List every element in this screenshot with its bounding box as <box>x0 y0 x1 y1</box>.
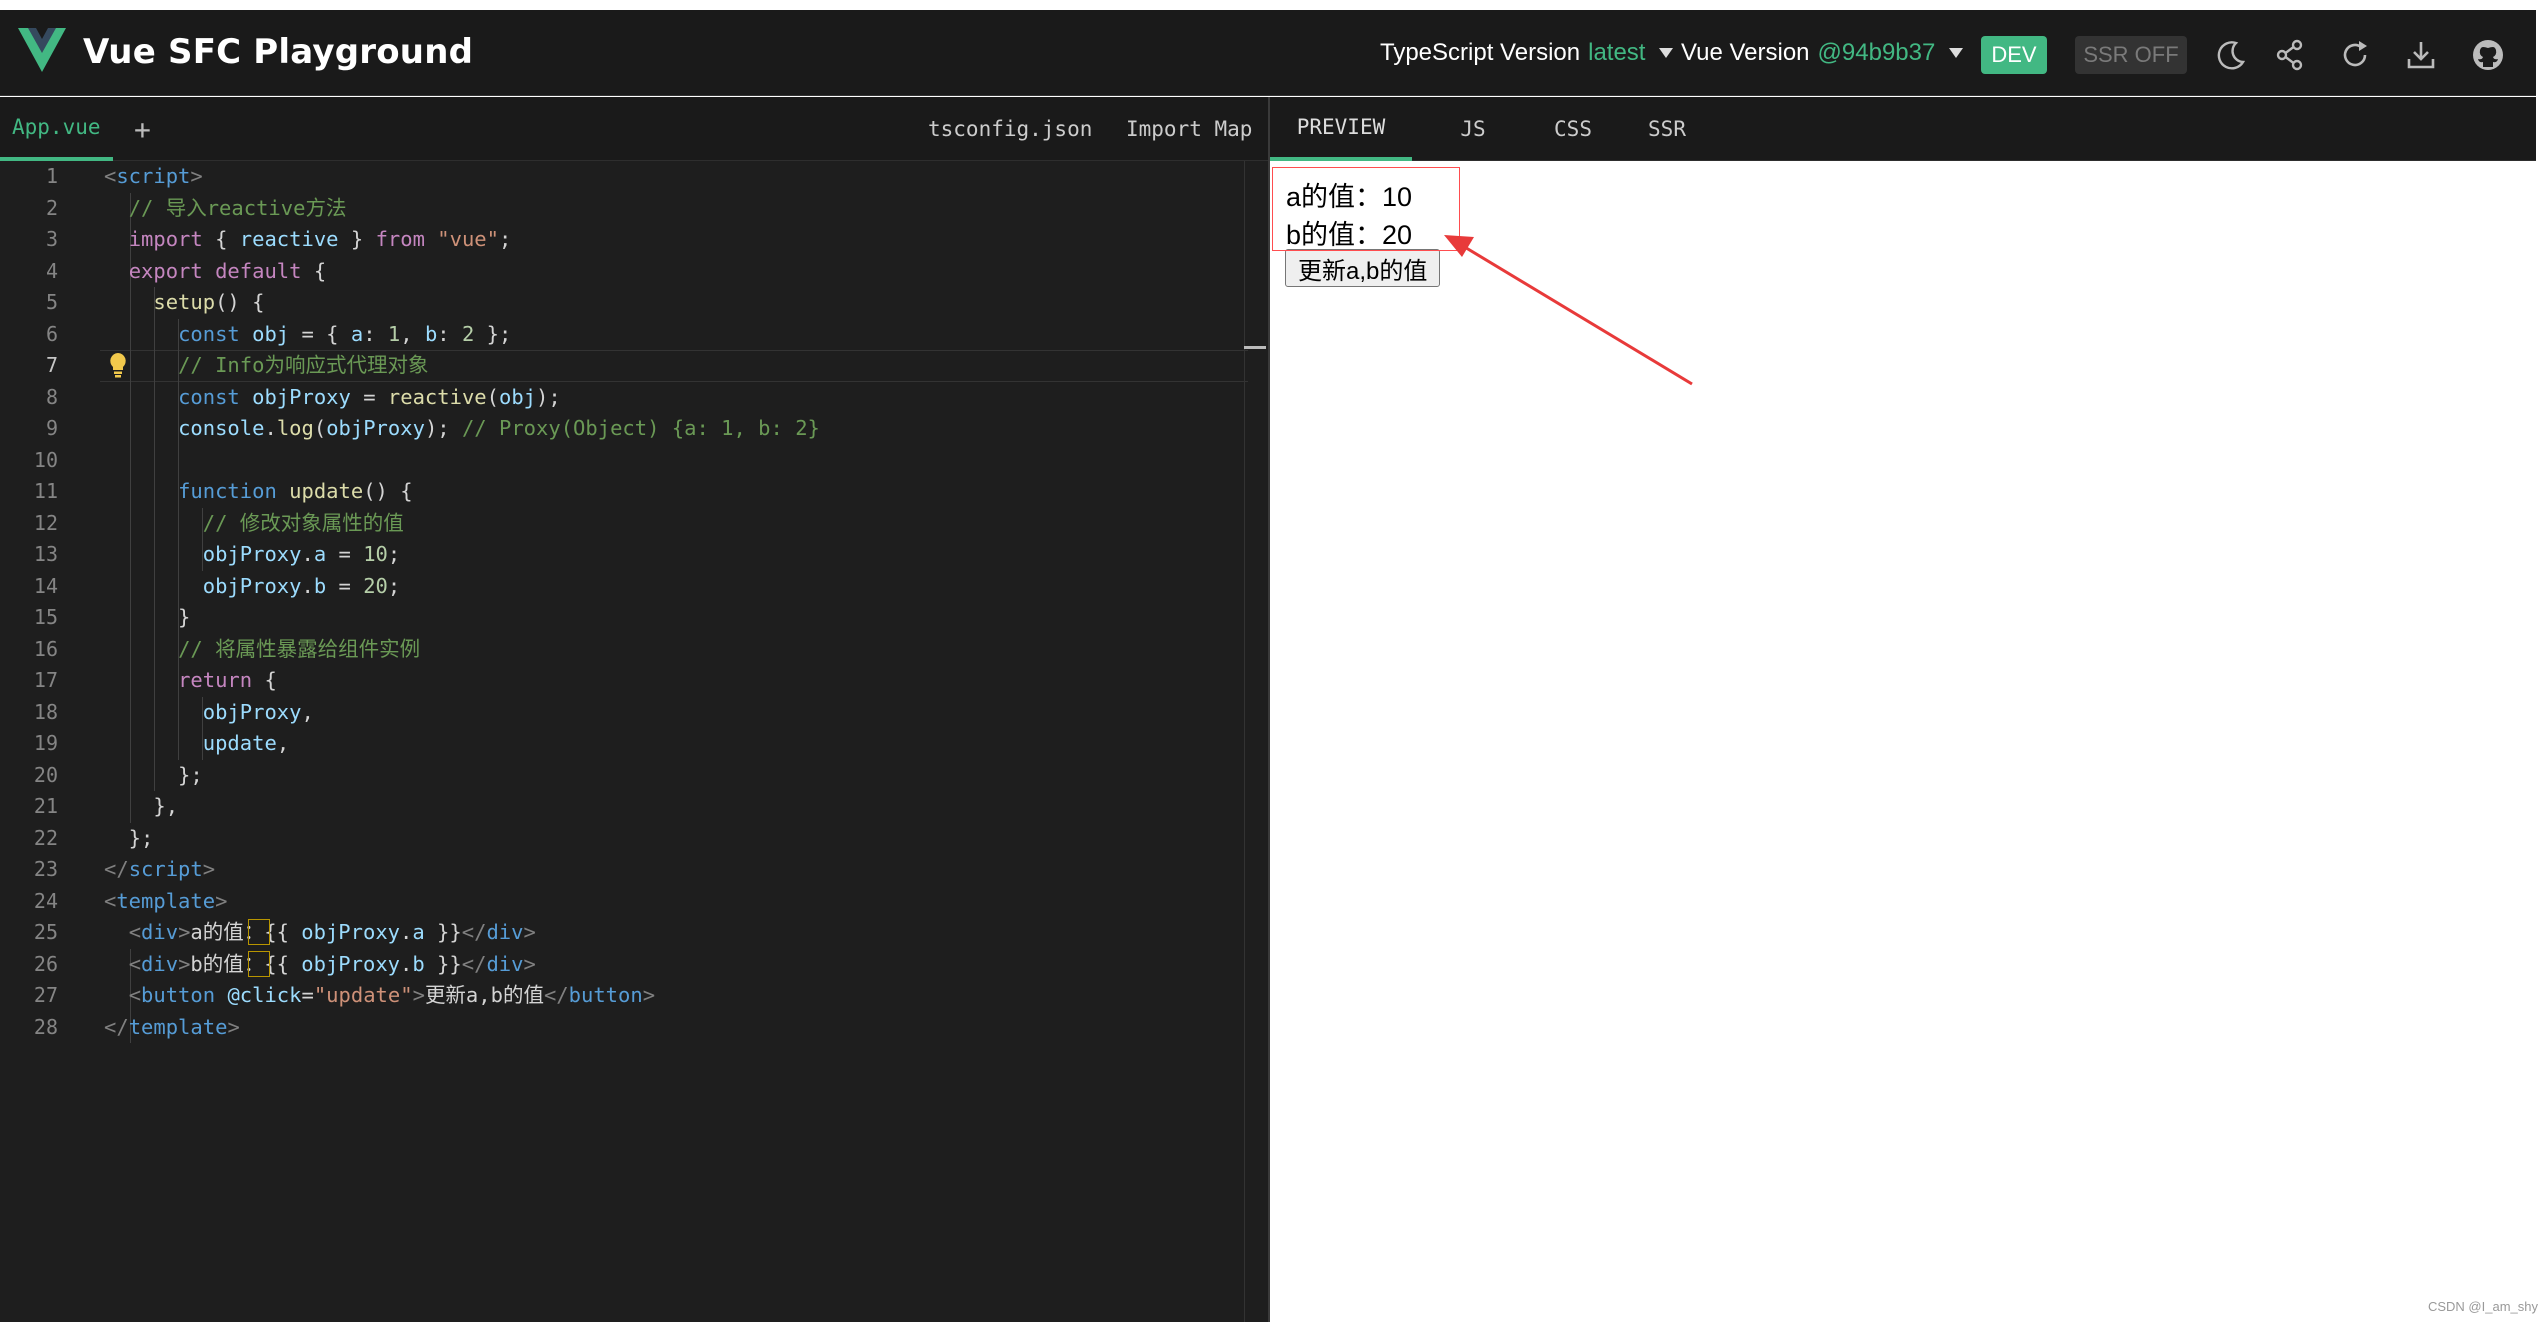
line-number: 7 <box>45 353 58 377</box>
line-number: 19 <box>33 731 58 755</box>
unicode-highlight <box>248 919 270 945</box>
line-number: 12 <box>33 510 58 535</box>
update-values-button[interactable]: 更新a,b的值 <box>1285 249 1441 287</box>
line-number: 21 <box>33 794 58 818</box>
preview-output: a的值：10 b的值：20 更新a,b的值 <box>1270 161 2536 1322</box>
unicode-highlight <box>248 950 270 977</box>
annotation-highlight-box <box>1272 167 1460 251</box>
chevron-down-icon <box>1949 48 1964 58</box>
line-number: 4 <box>45 258 58 283</box>
line-number: 1 <box>45 164 58 188</box>
reload-icon[interactable] <box>2338 38 2372 72</box>
code-line-22: }; <box>104 825 154 850</box>
code-area[interactable]: 1 2 3 4 5 6 7 8 9 10 11 12 13 14 15 16 17 18 19 20 21 22 23 24 2… <box>0 161 1268 1322</box>
code-line-13: objProxy.a = 10; <box>202 542 401 566</box>
playground-app: Vue SFC Playground TypeScript Version la… <box>0 0 2548 1322</box>
line-number: 27 <box>33 983 58 1007</box>
vue-version-label: Vue Version <box>1681 39 1810 66</box>
code-line-16: // 将属性暴露给组件实例 <box>178 636 421 661</box>
code-line-19: update, <box>202 731 290 755</box>
line-number: 26 <box>33 951 58 976</box>
line-number: 17 <box>33 668 58 692</box>
cursor-position-marker <box>1244 346 1266 349</box>
github-icon[interactable] <box>2471 38 2505 72</box>
moon-icon[interactable] <box>2214 38 2248 72</box>
code-line-20: }; <box>104 762 203 787</box>
add-file-button[interactable]: + <box>134 97 151 161</box>
vue-version-selector[interactable]: Vue Version @94b9b37 <box>1681 10 1964 96</box>
code-line-21: }, <box>104 794 179 818</box>
line-number: 28 <box>33 1014 58 1039</box>
editor-scrollbar[interactable] <box>1244 161 1245 1322</box>
download-icon[interactable] <box>2404 38 2438 72</box>
line-number: 2 <box>45 195 58 220</box>
line-number: 24 <box>33 888 58 913</box>
line-number: 9 <box>45 416 58 440</box>
line-number: 13 <box>33 542 58 566</box>
tab-import-map[interactable]: Import Map <box>1126 97 1252 161</box>
code-line-11: function update() { <box>178 479 413 503</box>
share-icon[interactable] <box>2273 38 2307 72</box>
tab-tsconfig-json[interactable]: tsconfig.json <box>928 97 1092 161</box>
watermark: CSDN @I_am_shy <box>2427 1299 2538 1314</box>
line-number: 23 <box>33 857 58 881</box>
vue-logo-icon <box>18 28 66 72</box>
line-number: 6 <box>45 321 58 346</box>
line-number: 11 <box>33 479 58 503</box>
code-line-24: <template> <box>104 888 228 913</box>
line-number: 14 <box>33 573 58 598</box>
line-number: 16 <box>33 636 58 661</box>
vue-version-value: @94b9b37 <box>1817 39 1936 66</box>
code-line-7: // Info为响应式代理对象 <box>178 353 429 377</box>
code-line-26: <div>b的值：{{ objProxy.b }}</div> <box>128 951 536 976</box>
file-tab-app-vue[interactable]: App.vue <box>0 97 113 161</box>
preview-pane: PREVIEW JS CSS SSR a的值：10 b的值：20 更新a,b的值 <box>1270 97 2536 1322</box>
code-line-12: // 修改对象属性的值 <box>202 510 404 535</box>
code-line-1: <script> <box>104 164 203 188</box>
app-title: Vue SFC Playground <box>83 32 474 72</box>
line-number: 22 <box>33 825 58 850</box>
code-line-25: <div>a的值：{{ objProxy.a }}</div> <box>128 920 536 944</box>
code-line-2: // 导入reactive方法 <box>128 195 347 220</box>
code-line-18: objProxy, <box>202 699 314 724</box>
output-tabs-bar: PREVIEW JS CSS SSR <box>1270 97 2536 161</box>
line-number: 10 <box>33 447 58 472</box>
line-number: 18 <box>33 699 58 724</box>
code-line-9: console.log(objProxy); // Proxy(Object) … <box>178 416 820 440</box>
line-number: 3 <box>45 227 58 251</box>
line-number: 5 <box>45 290 58 314</box>
code-line-3: import { reactive } from "vue"; <box>128 227 512 251</box>
code-line-17: return { <box>178 668 277 692</box>
line-number: 20 <box>33 762 58 787</box>
line-number: 25 <box>33 920 58 944</box>
line-number: 15 <box>33 605 58 629</box>
file-tabs-bar: App.vue + tsconfig.json Import Map <box>0 97 1268 161</box>
code-line-14: objProxy.b = 20; <box>202 573 401 598</box>
code-line-5: setup() { <box>153 290 265 314</box>
ssr-toggle-button[interactable]: SSR OFF <box>2075 36 2187 74</box>
code-line-4: export default { <box>128 258 327 283</box>
typescript-version-label: TypeScript Version <box>1380 39 1581 66</box>
tab-preview[interactable]: PREVIEW <box>1270 97 1412 161</box>
code-line-6: const obj = { a: 1, b: 2 }; <box>178 321 512 346</box>
code-line-8: const objProxy = reactive(obj); <box>178 384 561 409</box>
code-editor-pane: App.vue + tsconfig.json Import Map 12345… <box>0 97 1268 1322</box>
annotation-arrow-icon <box>1444 235 1693 386</box>
code-line-28: </template> <box>104 1014 240 1039</box>
chevron-down-icon <box>1659 48 1674 58</box>
typescript-version-selector[interactable]: TypeScript Version latest <box>1380 10 1674 96</box>
typescript-version-value: latest <box>1588 39 1646 66</box>
code-line-27: <button @click="update">更新a,b的值</button> <box>128 983 656 1007</box>
code-line-15: } <box>104 605 191 629</box>
tab-ssr[interactable]: SSR <box>1622 97 1712 161</box>
top-header: Vue SFC Playground TypeScript Version la… <box>0 10 2536 96</box>
line-number: 8 <box>45 384 58 409</box>
code-line-23: </script> <box>104 857 216 881</box>
tab-js[interactable]: JS <box>1438 97 1508 161</box>
tab-css[interactable]: CSS <box>1528 97 1618 161</box>
dev-toggle-button[interactable]: DEV <box>1981 36 2047 74</box>
